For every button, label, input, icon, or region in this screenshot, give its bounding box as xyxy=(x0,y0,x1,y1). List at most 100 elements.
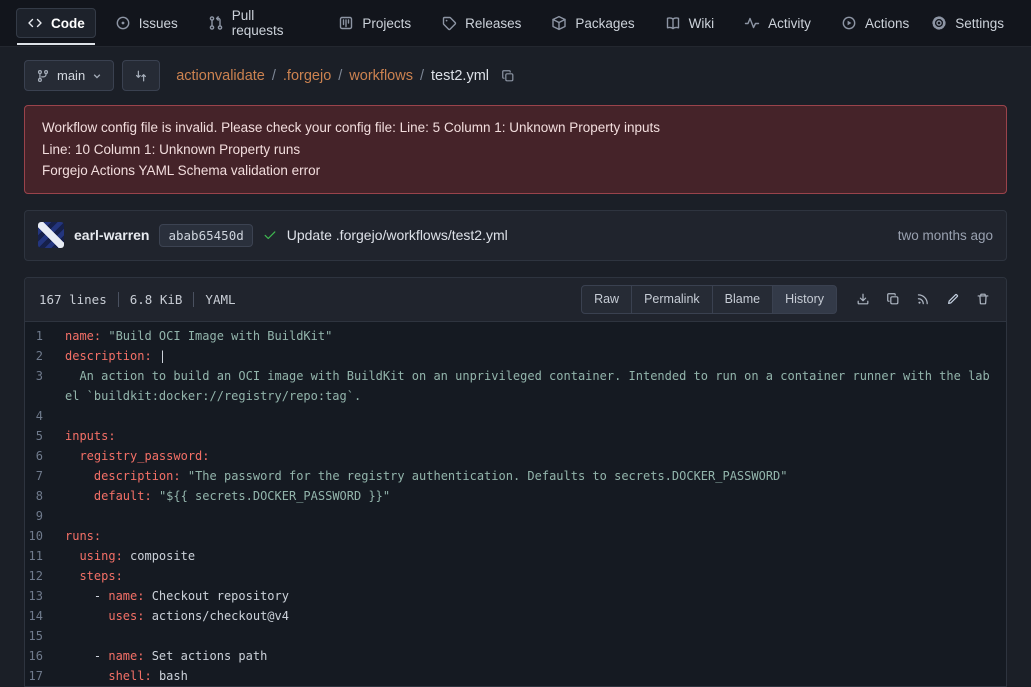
error-line: Forgejo Actions YAML Schema validation e… xyxy=(42,160,989,182)
breadcrumb-separator: / xyxy=(338,68,342,84)
gear-icon xyxy=(931,15,947,31)
tab-label: Packages xyxy=(575,16,634,31)
tab-settings[interactable]: Settings xyxy=(920,8,1015,38)
history-button[interactable]: History xyxy=(772,285,837,314)
raw-button[interactable]: Raw xyxy=(581,285,632,314)
tab-label: Code xyxy=(51,16,85,31)
code-text: An action to build an OCI image with Bui… xyxy=(65,366,1006,406)
branch-select-button[interactable]: main xyxy=(24,60,114,91)
code-line: 2description: | xyxy=(25,346,1006,366)
code-text: description: "The password for the regis… xyxy=(65,466,1006,486)
code-line: 16 - name: Set actions path xyxy=(25,646,1006,666)
tab-projects[interactable]: Projects xyxy=(327,8,422,38)
line-number[interactable]: 16 xyxy=(25,646,65,666)
file-actions: Raw Permalink Blame History xyxy=(581,285,996,314)
line-number[interactable]: 1 xyxy=(25,326,65,346)
tab-label: Actions xyxy=(865,16,909,31)
copy-icon xyxy=(886,292,900,306)
tab-issues[interactable]: Issues xyxy=(104,8,189,38)
copy-content-button[interactable] xyxy=(879,286,906,313)
line-number[interactable]: 11 xyxy=(25,546,65,566)
permalink-button[interactable]: Permalink xyxy=(631,285,713,314)
code-line: 15 xyxy=(25,626,1006,646)
breadcrumb-separator: / xyxy=(420,68,424,84)
commit-sha-badge[interactable]: abab65450d xyxy=(159,224,252,247)
tab-actions[interactable]: Actions xyxy=(830,8,920,38)
rss-button[interactable] xyxy=(909,286,936,313)
pencil-icon xyxy=(946,292,960,306)
branch-name: main xyxy=(57,68,85,83)
delete-button[interactable] xyxy=(969,286,996,313)
line-number[interactable]: 4 xyxy=(25,406,65,426)
projects-icon xyxy=(338,15,354,31)
code-line: 10runs: xyxy=(25,526,1006,546)
chevron-down-icon xyxy=(92,71,102,81)
breadcrumb-file: test2.yml xyxy=(431,68,489,84)
code-line: 1name: "Build OCI Image with BuildKit" xyxy=(25,326,1006,346)
code-text: steps: xyxy=(65,566,1006,586)
edit-button[interactable] xyxy=(939,286,966,313)
file-icon-actions xyxy=(849,286,996,313)
line-number[interactable]: 8 xyxy=(25,486,65,506)
releases-icon xyxy=(441,15,457,31)
file-view: 167 lines 6.8 KiB YAML Raw Permalink Bla… xyxy=(24,277,1007,687)
issues-icon xyxy=(115,15,131,31)
trash-icon xyxy=(976,292,990,306)
pull-request-icon xyxy=(208,15,224,31)
error-line: Line: 10 Column 1: Unknown Property runs xyxy=(42,139,989,161)
tab-code[interactable]: Code xyxy=(16,8,96,38)
line-number[interactable]: 5 xyxy=(25,426,65,446)
tab-label: Projects xyxy=(362,16,411,31)
line-number[interactable]: 3 xyxy=(25,366,65,406)
breadcrumb-separator: / xyxy=(272,68,276,84)
blame-button[interactable]: Blame xyxy=(712,285,773,314)
commit-status-success-icon[interactable] xyxy=(263,228,277,242)
code-text: runs: xyxy=(65,526,1006,546)
code-text: - name: Set actions path xyxy=(65,646,1006,666)
commit-message[interactable]: Update .forgejo/workflows/test2.yml xyxy=(287,227,508,243)
line-number[interactable]: 13 xyxy=(25,586,65,606)
tab-releases[interactable]: Releases xyxy=(430,8,532,38)
commit-time: two months ago xyxy=(898,228,993,243)
tab-wiki[interactable]: Wiki xyxy=(654,8,726,38)
line-number[interactable]: 10 xyxy=(25,526,65,546)
code-text: uses: actions/checkout@v4 xyxy=(65,606,1006,626)
code-line: 11 using: composite xyxy=(25,546,1006,566)
code-text: using: composite xyxy=(65,546,1006,566)
code-line: 14 uses: actions/checkout@v4 xyxy=(25,606,1006,626)
line-number[interactable]: 12 xyxy=(25,566,65,586)
branch-bar: main actionvalidate / .forgejo / workflo… xyxy=(24,60,1007,91)
compare-button[interactable] xyxy=(122,60,160,91)
tab-label: Issues xyxy=(139,16,178,31)
code-line: 8 default: "${{ secrets.DOCKER_PASSWORD … xyxy=(25,486,1006,506)
breadcrumb-dir-forgejo[interactable]: .forgejo xyxy=(283,68,331,84)
line-number[interactable]: 14 xyxy=(25,606,65,626)
repo-nav: Code Issues Pull requests Projects Relea… xyxy=(0,0,1031,47)
line-number[interactable]: 9 xyxy=(25,506,65,526)
tab-label: Activity xyxy=(768,16,811,31)
activity-icon xyxy=(744,15,760,31)
code-line: 13 - name: Checkout repository xyxy=(25,586,1006,606)
actions-icon xyxy=(841,15,857,31)
tab-label: Settings xyxy=(955,16,1004,31)
tab-packages[interactable]: Packages xyxy=(540,8,645,38)
error-banner: Workflow config file is invalid. Please … xyxy=(24,105,1007,194)
avatar[interactable] xyxy=(38,222,64,248)
rss-icon xyxy=(916,292,930,306)
tab-activity[interactable]: Activity xyxy=(733,8,822,38)
commit-author[interactable]: earl-warren xyxy=(74,227,149,243)
tab-label: Releases xyxy=(465,16,521,31)
file-meta: 167 lines 6.8 KiB YAML xyxy=(39,292,247,307)
line-number[interactable]: 2 xyxy=(25,346,65,366)
copy-path-button[interactable] xyxy=(499,67,517,85)
packages-icon xyxy=(551,15,567,31)
line-number[interactable]: 6 xyxy=(25,446,65,466)
breadcrumb-dir-workflows[interactable]: workflows xyxy=(349,68,413,84)
download-button[interactable] xyxy=(849,286,876,313)
line-number[interactable]: 15 xyxy=(25,626,65,646)
code-line: 7 description: "The password for the reg… xyxy=(25,466,1006,486)
tab-pull-requests[interactable]: Pull requests xyxy=(197,1,320,45)
line-number[interactable]: 7 xyxy=(25,466,65,486)
breadcrumb-repo[interactable]: actionvalidate xyxy=(176,68,265,84)
compare-icon xyxy=(134,69,148,83)
